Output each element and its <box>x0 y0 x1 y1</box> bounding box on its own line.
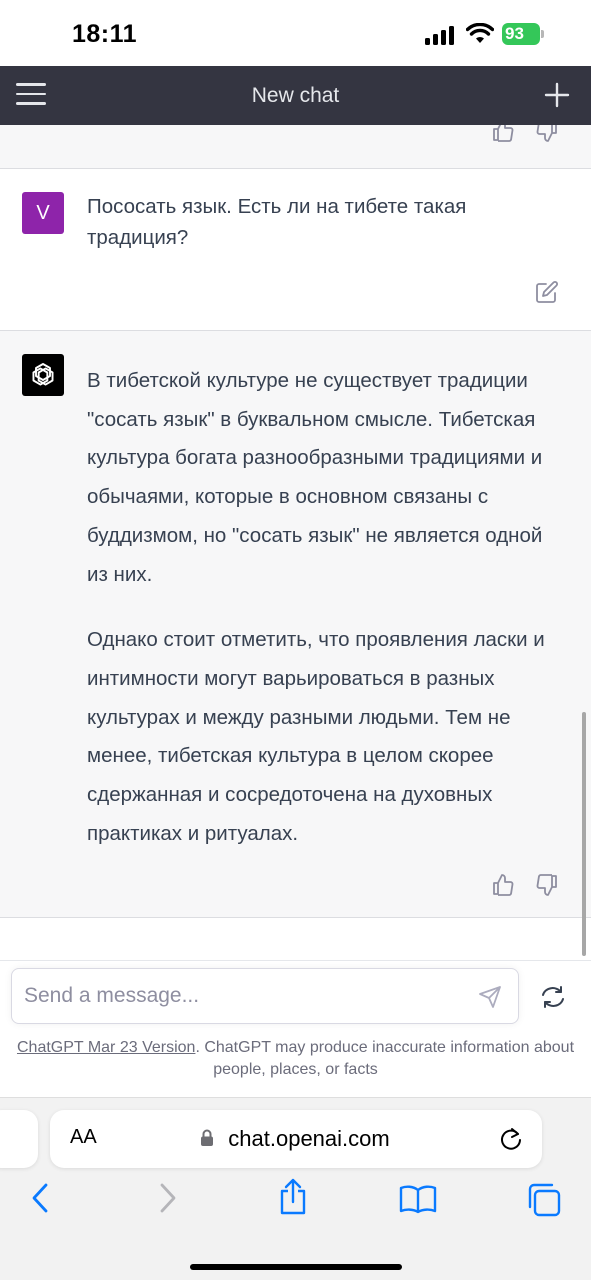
wifi-icon <box>466 23 494 43</box>
message-input[interactable] <box>24 981 464 1011</box>
version-link[interactable]: ChatGPT Mar 23 Version <box>17 1039 195 1056</box>
disclaimer-text: . ChatGPT may produce inaccurate informa… <box>195 1039 575 1078</box>
cellular-signal-icon <box>425 26 454 45</box>
home-indicator <box>190 1264 402 1270</box>
edit-icon[interactable] <box>535 280 559 304</box>
tabs-icon[interactable] <box>526 1182 562 1218</box>
previous-message-footer <box>0 125 591 169</box>
composer: ChatGPT Mar 23 Version. ChatGPT may prod… <box>0 960 591 1097</box>
book-icon[interactable] <box>399 1184 437 1214</box>
reload-icon[interactable] <box>498 1126 524 1152</box>
chat-thread: V Пососать язык. Есть ли на тибете такая… <box>0 125 591 960</box>
forward-icon[interactable] <box>158 1182 178 1214</box>
thumbs-up-icon[interactable] <box>491 873 515 897</box>
back-icon[interactable] <box>30 1182 50 1214</box>
assistant-paragraph: Однако стоит отметить, что проявления ла… <box>87 628 545 845</box>
avatar: V <box>22 192 64 234</box>
status-time: 18:11 <box>72 20 138 48</box>
previous-tab-stub[interactable] <box>0 1110 38 1168</box>
address-bar[interactable]: AA chat.openai.com <box>50 1110 542 1168</box>
browser-nav <box>0 1178 591 1222</box>
url-text: chat.openai.com <box>228 1126 390 1151</box>
share-icon[interactable] <box>278 1178 308 1216</box>
scrollbar[interactable] <box>582 712 586 956</box>
assistant-message: В тибетской культуре не существует тради… <box>0 331 591 918</box>
message-input-container <box>11 968 519 1024</box>
battery-level: 93 <box>505 24 524 43</box>
send-icon[interactable] <box>478 985 502 1009</box>
thumbs-down-icon[interactable] <box>535 873 559 897</box>
page-title: New chat <box>251 84 340 107</box>
regenerate-icon[interactable] <box>540 985 566 1009</box>
thumbs-down-icon[interactable] <box>535 125 559 143</box>
user-message-text: Пососать язык. Есть ли на тибете такая т… <box>87 195 467 249</box>
chatgpt-logo-icon <box>22 354 64 396</box>
assistant-paragraph: В тибетской культуре не существует тради… <box>87 369 543 586</box>
assistant-message-text: В тибетской культуре не существует тради… <box>87 362 567 880</box>
battery-indicator: 93 <box>502 23 546 45</box>
disclaimer: ChatGPT Mar 23 Version. ChatGPT may prod… <box>0 1037 591 1081</box>
plus-icon[interactable] <box>544 82 570 108</box>
app-header: New chat <box>0 66 591 125</box>
status-bar: 18:11 93 <box>0 0 591 66</box>
browser-toolbar: AA chat.openai.com <box>0 1097 591 1280</box>
user-message: V Пососать язык. Есть ли на тибете такая… <box>0 169 591 331</box>
thumbs-up-icon[interactable] <box>491 125 515 143</box>
